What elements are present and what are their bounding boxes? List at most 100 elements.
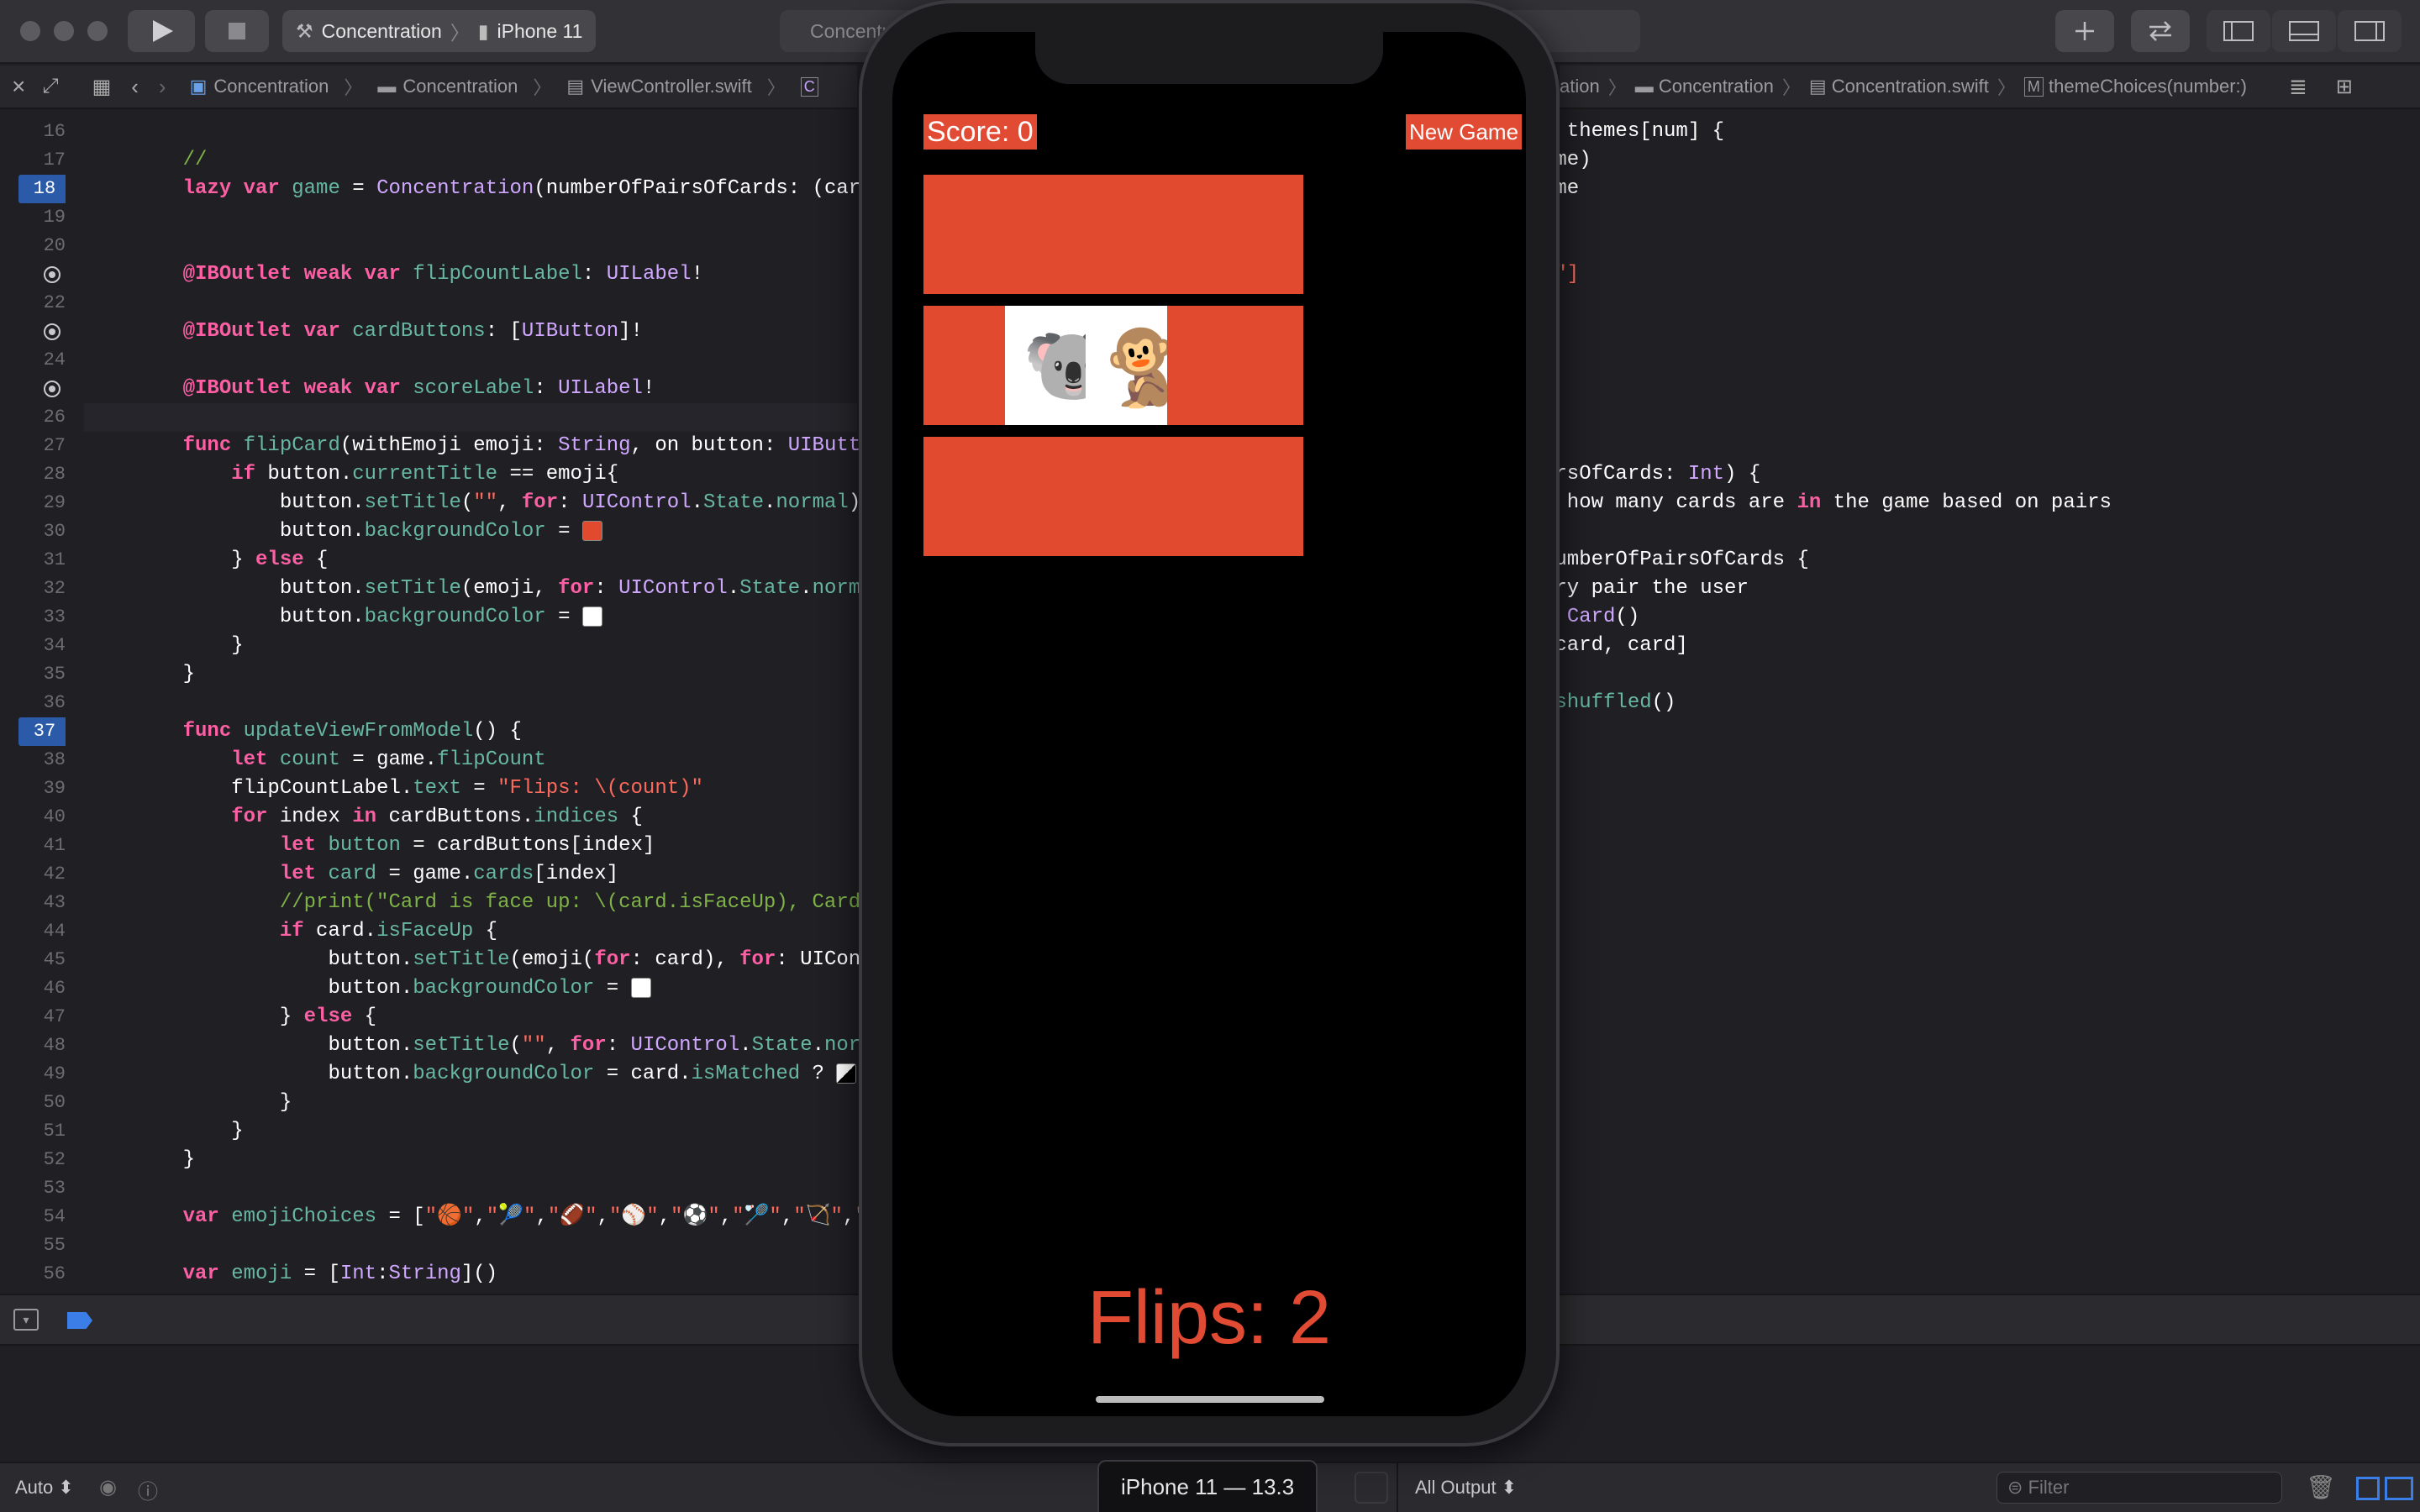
line-number[interactable]: 34 xyxy=(0,632,66,660)
outlet-connection-icon[interactable] xyxy=(44,323,60,340)
code-line: for index in cardButtons.indices { xyxy=(231,806,643,828)
line-number[interactable]: 52 xyxy=(0,1146,66,1174)
line-number[interactable] xyxy=(0,260,66,289)
color-literal-swatch[interactable] xyxy=(581,606,602,627)
line-number[interactable]: 26 xyxy=(0,403,66,432)
line-number[interactable]: 54 xyxy=(0,1203,66,1231)
color-literal-swatch[interactable] xyxy=(581,520,602,541)
line-number[interactable]: 39 xyxy=(0,774,66,803)
card-button[interactable] xyxy=(1167,437,1303,556)
card-button[interactable] xyxy=(1167,306,1303,425)
code-line: button.setTitle("", for: UIControl.State… xyxy=(134,491,861,514)
line-number[interactable]: 41 xyxy=(0,832,66,860)
close-window-button[interactable] xyxy=(20,21,40,41)
line-number[interactable]: 36 xyxy=(0,689,66,717)
outlet-connection-icon[interactable] xyxy=(44,266,60,283)
code-line-right: .shuffled() xyxy=(1555,691,1676,714)
line-number-gutter[interactable]: 16 17 18 19 20 22 24 26 27 28 29 30 31 32 33 34 35 36 37 38… xyxy=(0,109,84,1294)
code-line: } else { xyxy=(134,1005,377,1028)
related-items-icon[interactable]: ▦ xyxy=(92,75,112,99)
line-number[interactable]: 40 xyxy=(0,803,66,832)
jump-bar-left: × ⤢ ▦ ‹ › ▣ Concentration 〉 ▬ Concentrat… xyxy=(0,66,857,109)
minimize-window-button[interactable] xyxy=(54,21,74,41)
class-icon: C xyxy=(800,76,818,97)
code-line: lazy var game = Concentration(numberOfPa… xyxy=(182,177,885,200)
line-number[interactable]: 45 xyxy=(0,946,66,974)
device-icon: ▮ xyxy=(477,19,489,42)
color-literal-swatch[interactable] xyxy=(836,1063,857,1084)
info-icon[interactable]: ⓘ xyxy=(138,1475,158,1504)
line-number[interactable]: 53 xyxy=(0,1174,66,1203)
line-number[interactable]: 28 xyxy=(0,460,66,489)
card-button[interactable] xyxy=(1167,175,1303,294)
filter-field[interactable]: ⊜ Filter xyxy=(1996,1472,2282,1504)
line-number[interactable]: 35 xyxy=(0,660,66,689)
line-number[interactable]: 32 xyxy=(0,575,66,603)
zoom-window-button[interactable] xyxy=(87,21,108,41)
breadcrumb-project[interactable]: Concentration xyxy=(213,76,329,97)
breadcrumb-file[interactable]: ViewController.swift xyxy=(591,76,752,97)
line-number[interactable]: 30 xyxy=(0,517,66,546)
breadcrumb-group[interactable]: Concentration xyxy=(402,76,518,97)
split-left-icon[interactable] xyxy=(2356,1477,2380,1500)
filter-icon: ⊜ xyxy=(2007,1477,2023,1498)
line-number[interactable]: 50 xyxy=(0,1089,66,1117)
line-number[interactable]: 22 xyxy=(0,289,66,318)
notch xyxy=(1035,32,1383,84)
line-number[interactable]: 24 xyxy=(0,346,66,375)
eye-icon[interactable]: ◉ xyxy=(99,1475,117,1499)
code-line: button.backgroundColor = xyxy=(134,603,602,632)
line-number[interactable]: 17 xyxy=(0,146,66,175)
outlet-connection-icon[interactable] xyxy=(44,381,60,397)
breakpoint-marker[interactable]: 18 xyxy=(18,175,66,203)
line-number[interactable]: 46 xyxy=(0,974,66,1003)
line-number[interactable]: 33 xyxy=(0,603,66,632)
new-game-button[interactable]: New Game xyxy=(1406,114,1523,150)
home-indicator[interactable] xyxy=(1096,1396,1324,1403)
line-number[interactable]: 16 xyxy=(0,118,66,146)
line-number[interactable]: 49 xyxy=(0,1060,66,1089)
line-number[interactable]: 38 xyxy=(0,746,66,774)
variables-scope-select[interactable]: Auto ⬍ xyxy=(15,1477,74,1499)
scheme-selector[interactable]: ⚒ Concentration 〉 ▮ iPhone 11 xyxy=(282,10,597,52)
code-line: var emoji = [Int:String]() xyxy=(182,1263,498,1285)
line-number[interactable]: 31 xyxy=(0,546,66,575)
line-number[interactable]: 19 xyxy=(0,203,66,232)
code-line: flipCountLabel.text = "Flips: \(count)" xyxy=(134,777,703,800)
split-right-icon[interactable] xyxy=(2385,1477,2413,1500)
line-number[interactable]: 48 xyxy=(0,1032,66,1060)
output-filter-select[interactable]: All Output ⬍ xyxy=(1415,1477,1517,1499)
line-number[interactable]: 47 xyxy=(0,1003,66,1032)
line-number[interactable] xyxy=(0,318,66,346)
line-number[interactable]: 43 xyxy=(0,889,66,917)
line-number[interactable]: 51 xyxy=(0,1117,66,1146)
trash-icon[interactable]: 🗑 xyxy=(2306,1473,2336,1501)
stop-button[interactable] xyxy=(205,10,269,52)
line-number[interactable]: 56 xyxy=(0,1260,66,1289)
forward-icon[interactable]: › xyxy=(159,74,166,100)
line-number[interactable]: 20 xyxy=(0,232,66,260)
color-literal-swatch[interactable] xyxy=(630,977,651,998)
breakpoints-toggle-icon[interactable] xyxy=(67,1312,92,1329)
code-line: } xyxy=(134,1120,244,1142)
line-number[interactable]: 44 xyxy=(0,917,66,946)
expand-icon[interactable]: ⤢ xyxy=(42,75,58,98)
line-number[interactable]: 42 xyxy=(0,860,66,889)
hide-debug-area-icon[interactable]: ▾ xyxy=(13,1309,39,1331)
line-number[interactable]: 55 xyxy=(0,1231,66,1260)
line-number[interactable]: 29 xyxy=(0,489,66,517)
filter-placeholder: Filter xyxy=(2028,1477,2070,1498)
line-number[interactable]: 27 xyxy=(0,432,66,460)
code-line: func flipCard(withEmoji emoji: String, o… xyxy=(182,434,885,457)
auto-label: Auto xyxy=(15,1477,54,1498)
line-number[interactable] xyxy=(0,375,66,403)
divider xyxy=(1397,1463,1398,1512)
code-line: var emojiChoices = ["🏀","🎾","🏈","⚾","⚽",… xyxy=(182,1205,892,1228)
folder-icon: ▬ xyxy=(377,76,397,97)
back-icon[interactable]: ‹ xyxy=(131,74,139,100)
breadcrumb: ▣ Concentration 〉 ▬ Concentration 〉 ▤ Vi… xyxy=(190,73,818,100)
code-line: button.setTitle(emoji(for: card), for: U… xyxy=(134,948,885,971)
close-editor-icon[interactable]: × xyxy=(12,73,25,100)
run-button[interactable] xyxy=(128,10,195,52)
breakpoint-marker[interactable]: 37 xyxy=(18,717,66,746)
